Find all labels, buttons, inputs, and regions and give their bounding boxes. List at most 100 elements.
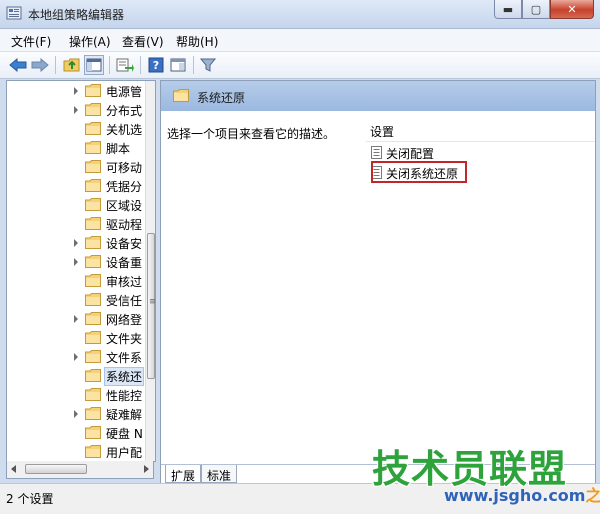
tree-item[interactable]: 驱动程 (7, 214, 145, 233)
up-level-button[interactable] (62, 55, 82, 75)
tree-item-label: 可移动 (106, 161, 143, 175)
folder-icon (85, 388, 101, 401)
folder-icon (85, 426, 101, 439)
description-text: 选择一个项目来查看它的描述。 (167, 127, 336, 141)
tree-item[interactable]: 文件系 (7, 347, 145, 366)
help-button[interactable]: ? (146, 55, 166, 75)
back-button[interactable] (8, 55, 28, 75)
folder-icon (85, 445, 101, 458)
filter-button[interactable] (198, 55, 218, 75)
expand-arrow-icon[interactable] (74, 106, 78, 114)
title-bar[interactable]: 本地组策略编辑器 ▬ ▢ ✕ (0, 0, 600, 29)
tree-item-label: 电源管 (106, 85, 143, 99)
folder-icon (85, 274, 101, 287)
expand-arrow-icon[interactable] (74, 239, 78, 247)
tree-scroll-thumb[interactable]: ≡ (147, 233, 155, 379)
menu-action[interactable]: 操作(A) (69, 33, 111, 50)
tree-item-label: 网络登 (106, 313, 143, 327)
tab-extended[interactable]: 扩展 (165, 465, 202, 483)
details-pane: 系统还原 选择一个项目来查看它的描述。 设置 关闭配置 关闭系统还原 扩展 标准 (160, 80, 596, 484)
show-hide-tree-button[interactable] (84, 55, 104, 75)
expand-arrow-icon[interactable] (74, 87, 78, 95)
maximize-button[interactable]: ▢ (522, 0, 550, 19)
console-tree[interactable]: 电源管 分布式关机选 脚本可移动 凭据分区域设 驱动程 设备安设备重审核过受信任网络登文件… (6, 80, 156, 462)
tree-item[interactable]: 系统还 (7, 366, 145, 386)
watermark-url-text: www.jsgho.com (444, 486, 586, 505)
menu-file[interactable]: 文件(F) (11, 33, 51, 50)
tree-item[interactable]: 可移动 (7, 157, 145, 176)
tree-item[interactable]: 网络登 (7, 309, 145, 328)
expand-arrow-icon[interactable] (74, 353, 78, 361)
settings-column-header[interactable]: 设置 (366, 119, 595, 142)
policy-editor-icon (6, 6, 22, 20)
forward-button[interactable] (30, 55, 50, 75)
scroll-left-icon[interactable] (11, 465, 16, 473)
tree-item[interactable]: 电源管 (7, 81, 145, 100)
menu-help[interactable]: 帮助(H) (176, 33, 218, 50)
tree-item[interactable]: 硬盘 N (7, 423, 145, 442)
forward-arrow-icon (31, 58, 49, 72)
folder-icon (85, 198, 101, 211)
expand-arrow-icon[interactable] (74, 258, 78, 266)
tree-item-label: 审核过 (106, 275, 143, 289)
details-title: 系统还原 (197, 91, 246, 105)
tree-item-label: 性能控 (106, 389, 143, 403)
tree-item[interactable]: 疑难解 (7, 404, 145, 423)
window-title: 本地组策略编辑器 (28, 8, 125, 22)
tree-item-label: 受信任 (106, 294, 143, 308)
tree-item[interactable]: 区域设 (7, 195, 145, 214)
minimize-icon: ▬ (502, 2, 514, 16)
tree-item[interactable]: 受信任 (7, 290, 145, 309)
folder-icon (85, 141, 101, 154)
minimize-button[interactable]: ▬ (494, 0, 522, 19)
folder-icon (85, 255, 101, 268)
export-list-button[interactable] (115, 55, 135, 75)
watermark-tail-text: 之家 (585, 486, 600, 505)
tree-item[interactable]: 审核过 (7, 271, 145, 290)
tab-extended-label: 扩展 (171, 469, 196, 483)
filter-icon (200, 58, 216, 72)
folder-icon (85, 122, 101, 135)
folder-icon (85, 160, 101, 173)
tree-item[interactable]: 性能控 (7, 385, 145, 404)
console-tree-icon (86, 58, 102, 72)
help-icon: ? (148, 57, 164, 73)
highlight-annotation-box (371, 161, 467, 183)
scroll-right-icon[interactable] (144, 465, 149, 473)
tree-item-label: 关机选 (106, 123, 143, 137)
tree-item[interactable]: 设备重 (7, 252, 145, 271)
tree-item[interactable]: 凭据分 (7, 176, 145, 195)
maximize-icon: ▢ (530, 2, 542, 16)
tree-item-label: 文件系 (106, 351, 143, 365)
expand-arrow-icon[interactable] (74, 315, 78, 323)
tab-standard[interactable]: 标准 (201, 465, 238, 483)
horizontal-scroll-thumb[interactable] (25, 464, 87, 474)
tree-item[interactable]: 文件夹 (7, 328, 145, 347)
tree-item[interactable]: 关机选 (7, 119, 145, 138)
close-icon: ✕ (567, 2, 577, 16)
tree-item[interactable]: 设备安 (7, 233, 145, 252)
tree-vertical-scrollbar[interactable]: ≡ (145, 81, 155, 461)
tree-item[interactable]: 分布式 (7, 100, 145, 119)
policy-setting-icon (371, 146, 382, 159)
tree-item[interactable]: 脚本 (7, 138, 145, 157)
folder-icon (173, 89, 189, 102)
properties-button[interactable] (168, 55, 188, 75)
close-button[interactable]: ✕ (550, 0, 594, 19)
folder-icon (85, 312, 101, 325)
tree-item-label: 区域设 (106, 199, 143, 213)
folder-icon (85, 293, 101, 306)
list-item-turn-off-configuration[interactable]: 关闭配置 (369, 143, 479, 161)
folder-up-icon (63, 58, 80, 72)
properties-icon (170, 58, 186, 72)
tree-item-label: 文件夹 (106, 332, 143, 346)
expand-arrow-icon[interactable] (74, 410, 78, 418)
tree-item-label: 硬盘 N (106, 427, 143, 441)
folder-icon (85, 103, 101, 116)
menu-view[interactable]: 查看(V) (122, 33, 164, 50)
tree-item[interactable]: 用户配 (7, 442, 145, 461)
tree-item-label: 用户配 (106, 446, 143, 460)
tree-horizontal-scrollbar[interactable] (6, 461, 154, 479)
svg-text:?: ? (153, 59, 159, 72)
tree-item-label: 设备重 (106, 256, 143, 270)
